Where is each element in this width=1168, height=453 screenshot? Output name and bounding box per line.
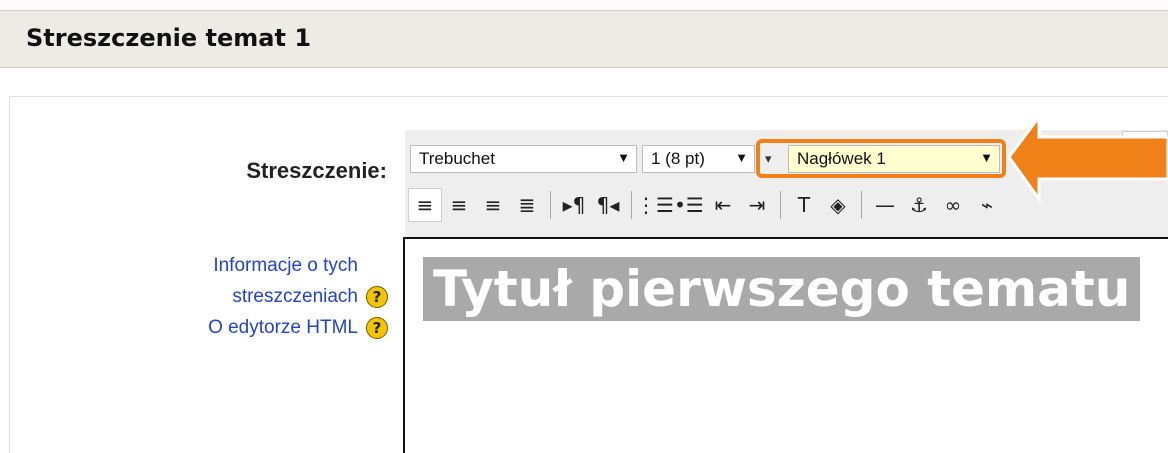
indent-icon[interactable]: ⇥ [740, 188, 774, 222]
unordered-list-icon[interactable]: •☰ [672, 188, 706, 222]
align-left-icon[interactable]: ≡ [408, 188, 442, 222]
align-right-icon[interactable]: ≡ [476, 188, 510, 222]
font-family-select[interactable]: Trebuchet ▼ [410, 145, 637, 173]
html-editor-area[interactable]: Tytuł pierwszego tematu [403, 237, 1168, 453]
summaries-info-link[interactable]: Informacje o tych [213, 255, 358, 277]
unlink-icon[interactable]: ⌁ [970, 188, 1004, 222]
align-center-icon[interactable]: ≡ [442, 188, 476, 222]
font-family-value: Trebuchet [419, 149, 495, 168]
chevron-down-icon: ▼ [617, 150, 630, 165]
ordered-list-icon[interactable]: ⋮☰ [636, 188, 674, 222]
text-color-icon[interactable]: T [787, 188, 821, 222]
editor-heading-text: Tytuł pierwszego tematu [423, 257, 1141, 321]
question-mark-icon[interactable]: ? [366, 285, 388, 308]
toolbar-separator [550, 191, 551, 219]
question-mark-icon[interactable]: ? [366, 316, 388, 339]
toolbar-separator [861, 191, 862, 219]
callout-arrow-icon [1007, 112, 1168, 204]
help-links: Informacje o tych streszczeniach ? O edy… [208, 250, 388, 343]
format-select-highlight [756, 139, 1006, 178]
background-color-icon[interactable]: ◈ [821, 188, 855, 222]
form-border-top [9, 96, 1168, 97]
horizontal-rule-icon[interactable]: — [868, 188, 902, 222]
rtl-icon[interactable]: ¶◂ [591, 188, 625, 222]
anchor-icon[interactable]: ⚓ [902, 188, 936, 222]
section-title: Streszczenie temat 1 [26, 24, 312, 52]
font-size-select[interactable]: 1 (8 pt) ▼ [642, 145, 755, 173]
toolbar-separator [631, 191, 632, 219]
font-size-value: 1 (8 pt) [651, 149, 705, 168]
chevron-down-icon: ▼ [735, 150, 748, 165]
summary-label: Streszczenie: [246, 158, 387, 183]
ltr-icon[interactable]: ▸¶ [557, 188, 591, 222]
align-justify-icon[interactable]: ≣ [510, 188, 544, 222]
formatting-toolbar-row: ≡ ≡ ≡ ≣ ▸¶ ¶◂ ⋮☰ •☰ ⇤ ⇥ T ◈ — ⚓ ∞ ⌁ [408, 183, 1004, 227]
link-icon[interactable]: ∞ [936, 188, 970, 222]
section-header: Streszczenie temat 1 [0, 10, 1168, 68]
form-border-left [9, 96, 10, 453]
top-strip [0, 0, 1168, 10]
outdent-icon[interactable]: ⇤ [706, 188, 740, 222]
html-editor-help-link[interactable]: O edytorze HTML [208, 317, 358, 339]
toolbar-separator [780, 191, 781, 219]
summaries-info-link-line2[interactable]: streszczeniach [232, 286, 358, 308]
